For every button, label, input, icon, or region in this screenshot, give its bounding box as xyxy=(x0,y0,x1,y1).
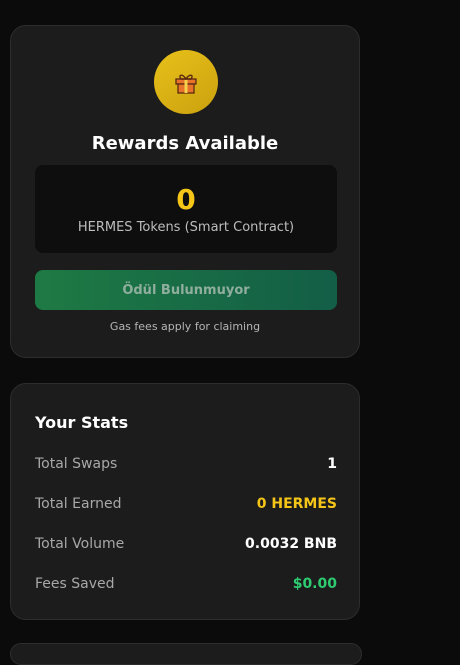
stat-row-total-swaps: Total Swaps 1 xyxy=(35,456,337,472)
stats-card: Your Stats Total Swaps 1 Total Earned 0 … xyxy=(10,383,360,620)
rewards-card: Rewards Available 0 HERMES Tokens (Smart… xyxy=(10,25,360,358)
stat-label: Total Swaps xyxy=(35,456,118,472)
token-amount: 0 xyxy=(176,183,196,216)
stat-value: 1 xyxy=(327,456,337,472)
next-card xyxy=(10,643,362,665)
stat-value: 0.0032 BNB xyxy=(245,536,337,552)
token-label: HERMES Tokens (Smart Contract) xyxy=(77,220,295,235)
stat-row-fees-saved: Fees Saved $0.00 xyxy=(35,576,337,592)
stat-row-total-volume: Total Volume 0.0032 BNB xyxy=(35,536,337,552)
stat-value: 0 HERMES xyxy=(256,496,337,512)
stats-title: Your Stats xyxy=(35,413,129,432)
claim-button[interactable]: Ödül Bulunmuyor xyxy=(35,270,337,310)
stat-label: Total Earned xyxy=(35,496,122,512)
gas-fee-note: Gas fees apply for claiming xyxy=(109,320,261,333)
rewards-title: Rewards Available xyxy=(91,133,279,154)
gift-icon xyxy=(154,50,218,114)
token-balance-box: 0 HERMES Tokens (Smart Contract) xyxy=(35,165,337,253)
stat-value: $0.00 xyxy=(292,576,337,592)
stat-row-total-earned: Total Earned 0 HERMES xyxy=(35,496,337,512)
stat-label: Fees Saved xyxy=(35,576,115,592)
stat-label: Total Volume xyxy=(35,536,125,552)
